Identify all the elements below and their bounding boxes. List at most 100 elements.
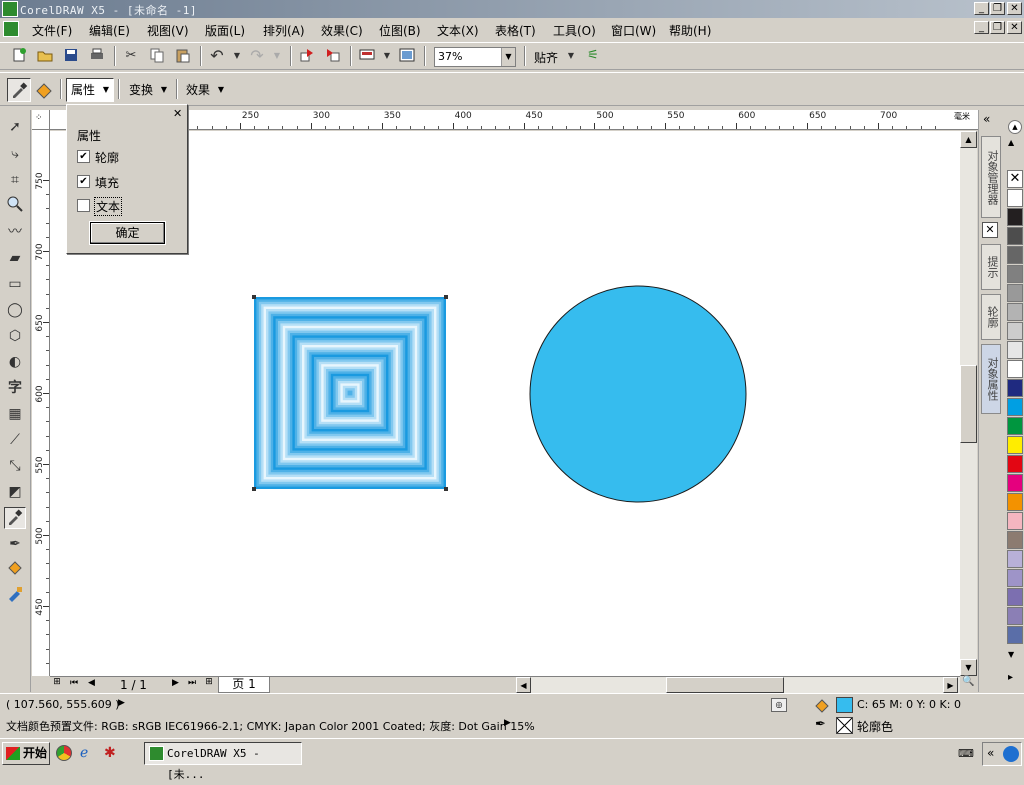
table-tool-icon[interactable]: ▦: [4, 403, 26, 425]
transform-dropdown-button[interactable]: 变换 ▼: [124, 78, 172, 102]
snap-dropdown-icon[interactable]: ▼: [562, 47, 580, 65]
eyedropper-tool-icon[interactable]: [4, 507, 26, 529]
page-tab-1[interactable]: 页 1: [218, 677, 270, 693]
color-swatch[interactable]: [1007, 189, 1023, 207]
export-icon[interactable]: [324, 47, 342, 65]
properties-dropdown-button[interactable]: 属性 ▼: [66, 78, 114, 102]
docker-tab-object-properties[interactable]: 对象属性: [981, 344, 1001, 414]
collapse-dockers-icon[interactable]: «: [983, 112, 990, 126]
outline-none-swatch[interactable]: [836, 717, 853, 734]
menu-tools[interactable]: 工具(O): [553, 22, 596, 39]
menu-file[interactable]: 文件(F): [32, 22, 72, 39]
vertical-ruler[interactable]: 750 700 650 600 550 500 450: [32, 130, 50, 676]
shape-tool-icon[interactable]: ⤷: [4, 143, 26, 165]
color-swatch[interactable]: [1007, 607, 1023, 625]
new-document-icon[interactable]: [10, 47, 28, 65]
square-gradient-object[interactable]: [254, 297, 446, 489]
freehand-tool-icon[interactable]: 〰: [4, 221, 26, 243]
blend-tool-icon[interactable]: ◩: [4, 481, 26, 503]
menu-arrange[interactable]: 排列(A): [263, 22, 305, 39]
zoom-tool-icon[interactable]: [4, 195, 26, 217]
color-swatch[interactable]: [1007, 626, 1023, 644]
color-swatch[interactable]: [1007, 588, 1023, 606]
docker-tab-hints[interactable]: 提示: [981, 244, 1001, 290]
zoom-level-select[interactable]: 37% ▼: [434, 47, 516, 67]
undo-dropdown-icon[interactable]: ▼: [228, 47, 246, 65]
close-button[interactable]: ✕: [1007, 2, 1022, 15]
coreldraw-app-icon[interactable]: [2, 1, 18, 17]
color-swatch[interactable]: [1007, 303, 1023, 321]
internet-explorer-icon[interactable]: ℯ: [80, 745, 96, 761]
status-expand-icon[interactable]: ▶: [118, 698, 125, 708]
fill-checkbox[interactable]: ✔: [77, 175, 90, 188]
text-checkbox[interactable]: [77, 199, 90, 212]
page-first-doc-icon[interactable]: ⊞: [50, 677, 64, 692]
color-swatch[interactable]: [1007, 474, 1023, 492]
dimension-tool-icon[interactable]: ⟋: [4, 429, 26, 451]
color-swatch[interactable]: [1007, 227, 1023, 245]
color-swatch[interactable]: [1007, 265, 1023, 283]
color-swatch[interactable]: [1007, 531, 1023, 549]
open-icon[interactable]: [36, 47, 54, 65]
ellipse-tool-icon[interactable]: ◯: [4, 299, 26, 321]
snap-to-button[interactable]: 贴齐: [534, 49, 558, 66]
color-swatch[interactable]: [1007, 246, 1023, 264]
color-swatch[interactable]: [1007, 322, 1023, 340]
undo-icon[interactable]: ↶: [208, 47, 226, 65]
scroll-down-button[interactable]: ▼: [960, 659, 977, 676]
maximize-button[interactable]: ❐: [990, 2, 1005, 15]
circle-object[interactable]: [529, 285, 747, 503]
eyedropper-mode-button[interactable]: [7, 78, 31, 102]
horizontal-ruler[interactable]: 200250300350400450500550600650700 毫米: [50, 110, 978, 130]
navigator-zoom-icon[interactable]: 🔍: [960, 676, 977, 693]
minimize-button[interactable]: _: [974, 2, 989, 15]
color-swatch[interactable]: [1007, 379, 1023, 397]
color-swatch[interactable]: [1007, 455, 1023, 473]
ok-button[interactable]: 确定: [89, 221, 166, 245]
status-view-icon[interactable]: ◎: [771, 698, 787, 712]
popup-close-icon[interactable]: ✕: [173, 107, 182, 120]
color-swatch[interactable]: [1007, 436, 1023, 454]
paste-icon[interactable]: [174, 47, 192, 65]
first-page-icon[interactable]: ⏮: [70, 678, 78, 688]
doc-close-button[interactable]: ✕: [1007, 21, 1022, 34]
docker-tab-object-manager[interactable]: 对象管理器: [981, 136, 1001, 218]
color-swatch[interactable]: [1007, 284, 1023, 302]
outline-checkbox[interactable]: ✔: [77, 150, 90, 163]
color-swatch[interactable]: [1007, 417, 1023, 435]
close-docker-icon[interactable]: ✕: [982, 222, 998, 238]
smart-fill-tool-icon[interactable]: ▰: [4, 247, 26, 269]
menu-text[interactable]: 文本(X): [437, 22, 479, 39]
menu-window[interactable]: 窗口(W): [611, 22, 656, 39]
options-icon[interactable]: ⚟: [584, 47, 602, 65]
color-swatch[interactable]: [1007, 550, 1023, 568]
menu-effects[interactable]: 效果(C): [321, 22, 363, 39]
apply-color-icon[interactable]: [34, 81, 54, 104]
quicklaunch-app-icon[interactable]: ✱: [104, 745, 120, 761]
previous-page-icon[interactable]: ◀: [88, 678, 95, 688]
color-swatch[interactable]: [1007, 493, 1023, 511]
launcher-dropdown-icon[interactable]: ▼: [378, 47, 396, 65]
welcome-screen-icon[interactable]: [398, 47, 416, 65]
import-icon[interactable]: [298, 47, 316, 65]
print-icon[interactable]: [88, 47, 106, 65]
effects-dropdown-button[interactable]: 效果 ▼: [181, 78, 229, 102]
save-icon[interactable]: [62, 47, 80, 65]
polygon-tool-icon[interactable]: ⬡: [4, 325, 26, 347]
scroll-thumb[interactable]: [960, 365, 977, 443]
scroll-up-button[interactable]: ▲: [960, 131, 977, 148]
redo-dropdown-icon[interactable]: ▼: [268, 47, 286, 65]
scroll-left-button[interactable]: ◀: [516, 677, 531, 693]
palette-scroll-up-icon[interactable]: ▲: [1008, 120, 1022, 134]
menu-table[interactable]: 表格(T): [495, 22, 536, 39]
document-icon[interactable]: [3, 21, 19, 37]
horizontal-scrollbar[interactable]: ◀ ▶: [516, 677, 960, 693]
palette-expand-icon[interactable]: ▸: [1008, 672, 1013, 683]
menu-layout[interactable]: 版面(L): [205, 22, 245, 39]
color-swatch[interactable]: [1007, 512, 1023, 530]
color-profile-expand-icon[interactable]: ▶: [504, 718, 511, 728]
pick-tool-icon[interactable]: ➚: [4, 116, 26, 138]
outline-tool-icon[interactable]: ✒: [4, 533, 26, 555]
color-swatch[interactable]: [1007, 360, 1023, 378]
menu-bitmaps[interactable]: 位图(B): [379, 22, 421, 39]
